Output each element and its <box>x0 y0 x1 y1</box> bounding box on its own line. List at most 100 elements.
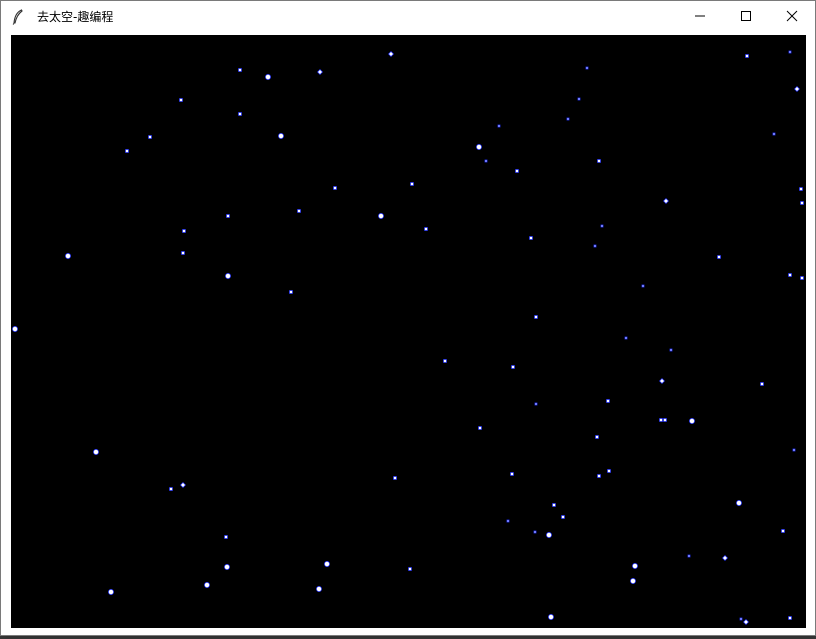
star <box>238 68 242 72</box>
star <box>297 209 301 213</box>
star <box>624 336 628 340</box>
star <box>180 482 186 488</box>
star <box>600 224 604 228</box>
star <box>597 474 601 478</box>
star <box>659 418 663 422</box>
star <box>663 198 669 204</box>
star <box>739 617 743 621</box>
window-title: 去太空-趣编程 <box>37 10 114 24</box>
star <box>324 561 330 567</box>
title-bar[interactable]: 去太空-趣编程 <box>1 1 815 32</box>
star <box>515 169 519 173</box>
star <box>781 529 785 533</box>
star <box>593 244 597 248</box>
star <box>772 132 776 136</box>
maximize-button[interactable] <box>723 1 769 32</box>
star <box>182 229 186 233</box>
star <box>497 124 501 128</box>
star <box>597 159 601 163</box>
star <box>533 530 537 534</box>
star <box>378 213 384 219</box>
feather-icon <box>10 8 26 25</box>
star <box>424 227 428 231</box>
star <box>224 535 228 539</box>
star <box>333 186 337 190</box>
star <box>529 236 533 240</box>
star <box>788 50 792 54</box>
star <box>760 382 764 386</box>
star <box>788 616 792 620</box>
star <box>169 487 173 491</box>
star <box>108 589 114 595</box>
window-controls <box>677 1 815 32</box>
star <box>566 117 570 121</box>
star <box>800 201 804 205</box>
star <box>788 273 792 277</box>
star <box>388 51 394 57</box>
star <box>743 619 749 625</box>
star <box>736 500 742 506</box>
close-icon <box>786 7 798 26</box>
star <box>800 276 804 280</box>
maximize-icon <box>740 7 752 26</box>
star <box>238 112 242 116</box>
close-button[interactable] <box>769 1 815 32</box>
minimize-button[interactable] <box>677 1 723 32</box>
star <box>393 476 397 480</box>
star <box>689 418 695 424</box>
star <box>225 273 231 279</box>
star <box>745 54 749 58</box>
star <box>687 554 691 558</box>
star <box>561 515 565 519</box>
star <box>607 469 611 473</box>
star <box>224 564 230 570</box>
star <box>125 149 129 153</box>
star <box>265 74 271 80</box>
star <box>659 378 665 384</box>
starfield <box>12 50 804 625</box>
star <box>278 133 284 139</box>
star <box>799 187 803 191</box>
space-canvas[interactable] <box>11 35 806 628</box>
star <box>443 359 447 363</box>
star <box>476 144 482 150</box>
star <box>316 586 322 592</box>
star <box>552 503 556 507</box>
star <box>606 399 610 403</box>
star <box>548 614 554 620</box>
star <box>12 326 18 332</box>
star <box>585 66 589 70</box>
star <box>641 284 645 288</box>
star <box>510 472 514 476</box>
app-window: 去太空-趣编程 <box>0 0 816 636</box>
star <box>632 563 638 569</box>
star <box>534 315 538 319</box>
star <box>181 251 185 255</box>
star <box>93 449 99 455</box>
star <box>511 365 515 369</box>
star <box>794 86 800 92</box>
star <box>717 255 721 259</box>
star <box>289 290 293 294</box>
star <box>410 182 414 186</box>
star <box>577 97 581 101</box>
star <box>595 435 599 439</box>
star <box>148 135 152 139</box>
star <box>792 448 796 452</box>
star <box>630 578 636 584</box>
star <box>65 253 71 259</box>
star <box>179 98 183 102</box>
star <box>534 402 538 406</box>
star <box>484 159 488 163</box>
star <box>408 567 412 571</box>
star <box>506 519 510 523</box>
star <box>546 532 552 538</box>
star <box>317 69 323 75</box>
star <box>204 582 210 588</box>
star <box>663 418 667 422</box>
minimize-icon <box>694 7 706 26</box>
star <box>669 348 673 352</box>
star <box>722 555 728 561</box>
star <box>478 426 482 430</box>
canvas-frame <box>10 33 807 630</box>
